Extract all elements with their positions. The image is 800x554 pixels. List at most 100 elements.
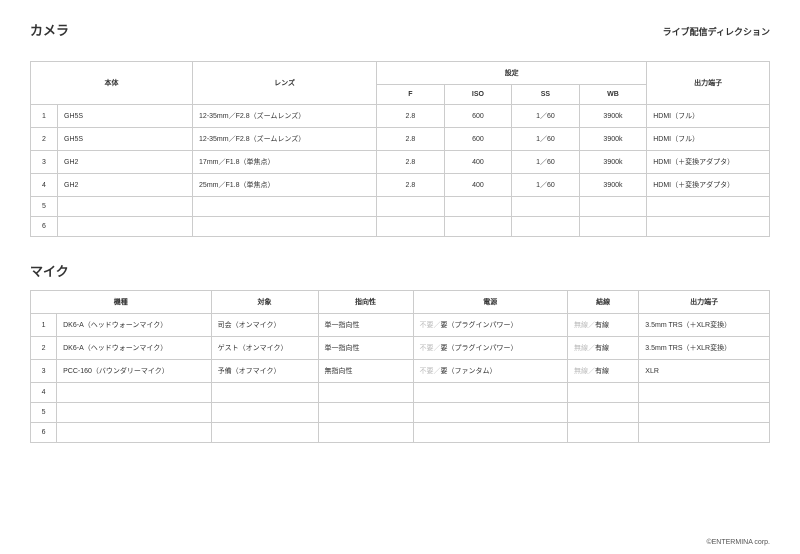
mic-dir-cell (318, 383, 413, 403)
row-index: 2 (31, 337, 57, 360)
camera-body-cell: GH5S (58, 105, 193, 128)
mic-out-cell: 3.5mm TRS（＋XLR変換） (639, 337, 770, 360)
camera-header-body: 本体 (31, 62, 193, 105)
mic-out-cell (639, 383, 770, 403)
table-row: 3PCC-160（バウンダリーマイク）予備（オフマイク）無指向性不要／要（ファン… (31, 360, 770, 383)
table-row: 3GH217mm／F1.8（単焦点）2.84001／603900kHDMI（＋変… (31, 151, 770, 174)
table-row: 5 (31, 197, 770, 217)
camera-f-cell: 2.8 (377, 128, 445, 151)
camera-body-cell: GH2 (58, 174, 193, 197)
camera-lens-cell (193, 217, 377, 237)
mic-model-cell: PCC-160（バウンダリーマイク） (57, 360, 211, 383)
camera-ss-cell: 1／60 (512, 128, 580, 151)
mic-target-cell: ゲスト（オンマイク） (211, 337, 318, 360)
camera-header-f: F (377, 85, 445, 105)
mic-header-dir: 指向性 (318, 291, 413, 314)
camera-out-cell (647, 197, 770, 217)
mic-power-cell (413, 403, 567, 423)
camera-table: 本体 レンズ 設定 出力端子 F ISO SS WB 1GH5S12-35mm／… (30, 61, 770, 237)
camera-iso-cell: 400 (444, 174, 512, 197)
camera-wb-cell: 3900k (579, 105, 647, 128)
mic-power-cell: 不要／要（ファンタム） (413, 360, 567, 383)
mic-target-cell (211, 403, 318, 423)
table-row: 5 (31, 403, 770, 423)
mic-model-cell (57, 423, 211, 443)
mic-out-cell (639, 403, 770, 423)
row-index: 1 (31, 105, 58, 128)
row-index: 5 (31, 197, 58, 217)
camera-wb-cell: 3900k (579, 128, 647, 151)
mic-header-wire: 結線 (568, 291, 639, 314)
camera-out-cell: HDMI（＋変換アダプタ） (647, 174, 770, 197)
table-row: 6 (31, 423, 770, 443)
camera-f-cell: 2.8 (377, 151, 445, 174)
camera-header-iso: ISO (444, 85, 512, 105)
row-index: 6 (31, 423, 57, 443)
table-row: 2GH5S12-35mm／F2.8（ズームレンズ）2.86001／603900k… (31, 128, 770, 151)
mic-model-cell: DK6-A（ヘッドウォーンマイク） (57, 314, 211, 337)
mic-power-cell (413, 423, 567, 443)
mic-wire-cell: 無線／有線 (568, 314, 639, 337)
camera-iso-cell (444, 197, 512, 217)
mic-header-target: 対象 (211, 291, 318, 314)
mic-target-cell (211, 383, 318, 403)
mic-model-cell: DK6-A（ヘッドウォーンマイク） (57, 337, 211, 360)
camera-wb-cell: 3900k (579, 151, 647, 174)
camera-ss-cell (512, 197, 580, 217)
mic-dir-cell (318, 423, 413, 443)
row-index: 1 (31, 314, 57, 337)
camera-out-cell: HDMI（＋変換アダプタ） (647, 151, 770, 174)
camera-wb-cell (579, 197, 647, 217)
mic-dir-cell: 無指向性 (318, 360, 413, 383)
camera-body-cell: GH2 (58, 151, 193, 174)
mic-out-cell (639, 423, 770, 443)
mic-header-out: 出力端子 (639, 291, 770, 314)
camera-lens-cell: 25mm／F1.8（単焦点） (193, 174, 377, 197)
table-row: 4 (31, 383, 770, 403)
mic-model-cell (57, 383, 211, 403)
camera-out-cell (647, 217, 770, 237)
camera-f-cell (377, 217, 445, 237)
table-row: 1DK6-A（ヘッドウォーンマイク）司会（オンマイク）単一指向性不要／要（プラグ… (31, 314, 770, 337)
mic-target-cell: 予備（オフマイク） (211, 360, 318, 383)
mic-power-cell: 不要／要（プラグインパワー） (413, 337, 567, 360)
page-subtitle: ライブ配信ディレクション (663, 25, 770, 38)
camera-out-cell: HDMI（フル） (647, 128, 770, 151)
camera-out-cell: HDMI（フル） (647, 105, 770, 128)
camera-header-settings: 設定 (377, 62, 647, 85)
camera-iso-cell: 600 (444, 128, 512, 151)
mic-dir-cell: 単一指向性 (318, 337, 413, 360)
camera-body-cell: GH5S (58, 128, 193, 151)
camera-ss-cell (512, 217, 580, 237)
row-index: 3 (31, 360, 57, 383)
camera-header-out: 出力端子 (647, 62, 770, 105)
row-index: 2 (31, 128, 58, 151)
camera-header-lens: レンズ (193, 62, 377, 105)
camera-lens-cell: 12-35mm／F2.8（ズームレンズ） (193, 105, 377, 128)
camera-f-cell (377, 197, 445, 217)
camera-iso-cell (444, 217, 512, 237)
camera-f-cell: 2.8 (377, 174, 445, 197)
mic-header-power: 電源 (413, 291, 567, 314)
row-index: 3 (31, 151, 58, 174)
camera-header-wb: WB (579, 85, 647, 105)
table-row: 4GH225mm／F1.8（単焦点）2.84001／603900kHDMI（＋変… (31, 174, 770, 197)
camera-body-cell (58, 197, 193, 217)
mic-table: 機種 対象 指向性 電源 結線 出力端子 1DK6-A（ヘッドウォーンマイク）司… (30, 290, 770, 443)
camera-lens-cell (193, 197, 377, 217)
camera-f-cell: 2.8 (377, 105, 445, 128)
mic-header-model: 機種 (31, 291, 212, 314)
camera-wb-cell: 3900k (579, 174, 647, 197)
camera-header-ss: SS (512, 85, 580, 105)
mic-target-cell (211, 423, 318, 443)
mic-section-title: マイク (30, 261, 770, 280)
table-row: 6 (31, 217, 770, 237)
camera-ss-cell: 1／60 (512, 174, 580, 197)
row-index: 4 (31, 383, 57, 403)
camera-body-cell (58, 217, 193, 237)
camera-ss-cell: 1／60 (512, 105, 580, 128)
mic-wire-cell: 無線／有線 (568, 337, 639, 360)
camera-iso-cell: 400 (444, 151, 512, 174)
camera-lens-cell: 12-35mm／F2.8（ズームレンズ） (193, 128, 377, 151)
camera-iso-cell: 600 (444, 105, 512, 128)
